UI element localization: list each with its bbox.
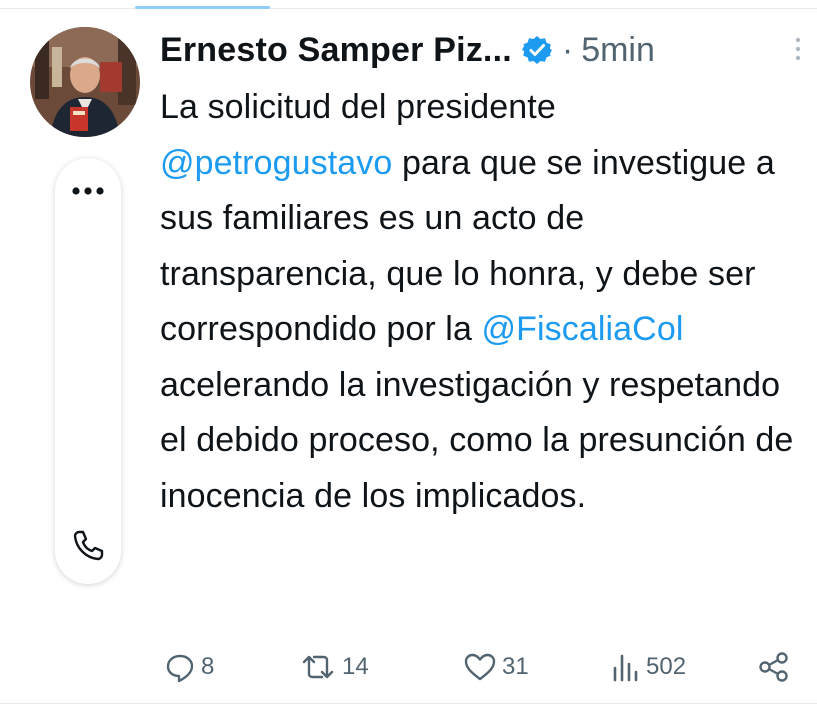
tweet-text-part: acelerando la investigación y respetando… — [160, 365, 794, 515]
retweet-icon — [302, 655, 334, 679]
tab-indicator — [135, 6, 270, 9]
quick-actions-panel — [55, 158, 121, 584]
more-vertical-icon[interactable] — [793, 36, 803, 62]
retweet-count: 14 — [342, 653, 369, 680]
share-icon — [759, 652, 788, 682]
author-name[interactable]: Ernesto Samper Piz... — [160, 31, 512, 70]
like-icon — [464, 653, 496, 681]
reply-icon — [166, 654, 194, 683]
phone-icon[interactable] — [71, 528, 105, 562]
tweet-header: Ernesto Samper Piz... · 5min — [160, 26, 655, 74]
verified-badge-icon — [521, 36, 552, 64]
more-horizontal-icon[interactable] — [67, 184, 109, 198]
retweet-button[interactable]: 14 — [298, 650, 369, 684]
like-count: 31 — [502, 653, 529, 680]
mention-link[interactable]: @petrogustavo — [160, 144, 392, 182]
like-button[interactable]: 31 — [462, 650, 529, 684]
header-separator: · — [561, 30, 574, 69]
tweet-text-part: La solicitud del presidente — [160, 88, 556, 126]
bottom-divider — [0, 703, 817, 704]
views-icon — [613, 654, 638, 682]
reply-button[interactable]: 8 — [163, 650, 214, 684]
views-count: 502 — [646, 653, 687, 680]
top-divider — [0, 8, 817, 9]
views-button[interactable]: 502 — [608, 650, 686, 684]
reply-count: 8 — [201, 653, 215, 680]
timestamp[interactable]: 5min — [581, 31, 655, 70]
tweet-text: La solicitud del presidente @petrogustavo… — [160, 80, 800, 524]
avatar[interactable] — [30, 27, 140, 137]
share-button[interactable] — [757, 650, 791, 684]
mention-link[interactable]: @FiscaliaCol — [482, 310, 684, 348]
